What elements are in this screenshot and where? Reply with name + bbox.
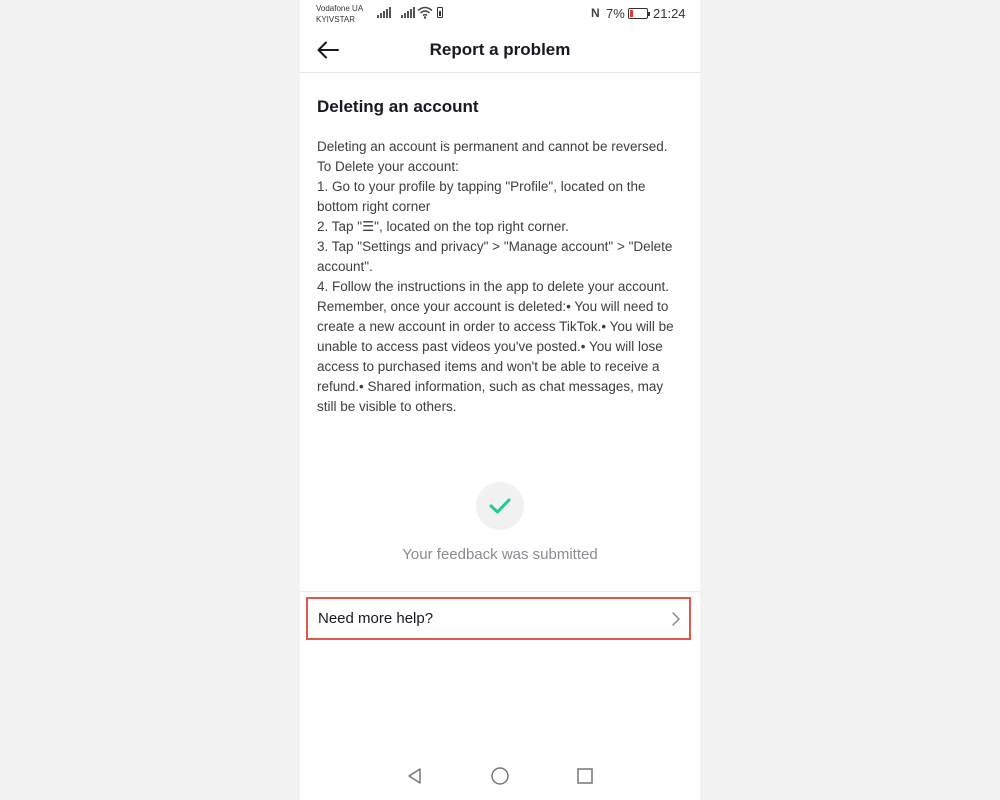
clock: 21:24 bbox=[653, 6, 686, 21]
header: Report a problem bbox=[300, 28, 700, 73]
status-bar: Vodafone UA KYIVSTAR N 7% 21:24 bbox=[300, 0, 700, 28]
checkmark-icon bbox=[489, 498, 511, 514]
carrier-1: Vodafone UA bbox=[316, 4, 364, 13]
nfc-icon: N bbox=[591, 6, 600, 20]
nav-recents-button[interactable] bbox=[574, 765, 596, 787]
system-nav-bar bbox=[300, 756, 700, 796]
carrier-2: KYIVSTAR bbox=[316, 15, 355, 24]
need-more-help-button[interactable]: Need more help? bbox=[306, 597, 691, 640]
phone-screen: Vodafone UA KYIVSTAR N 7% 21:24 Report a… bbox=[300, 0, 700, 800]
feedback-message: Your feedback was submitted bbox=[402, 546, 598, 563]
divider bbox=[300, 591, 700, 592]
battery-percent: 7% bbox=[606, 6, 625, 21]
signal-icon bbox=[401, 7, 415, 18]
chevron-right-icon bbox=[672, 611, 680, 626]
article-title: Deleting an account bbox=[317, 97, 479, 116]
carrier-names: Vodafone UA KYIVSTAR bbox=[316, 3, 363, 25]
triangle-back-icon bbox=[408, 768, 421, 784]
signal-icon bbox=[377, 7, 391, 18]
success-badge bbox=[476, 482, 524, 530]
nav-back-button[interactable] bbox=[404, 765, 426, 787]
article-body: Deleting an account is permanent and can… bbox=[317, 139, 674, 414]
nav-home-button[interactable] bbox=[489, 765, 511, 787]
page-title: Report a problem bbox=[429, 40, 571, 59]
need-more-help-label: Need more help? bbox=[318, 610, 434, 627]
battery-icon bbox=[628, 8, 650, 19]
battery-saver-icon bbox=[437, 7, 443, 18]
circle-home-icon bbox=[491, 767, 509, 785]
wifi-icon bbox=[417, 6, 433, 19]
square-recents-icon bbox=[577, 768, 593, 784]
